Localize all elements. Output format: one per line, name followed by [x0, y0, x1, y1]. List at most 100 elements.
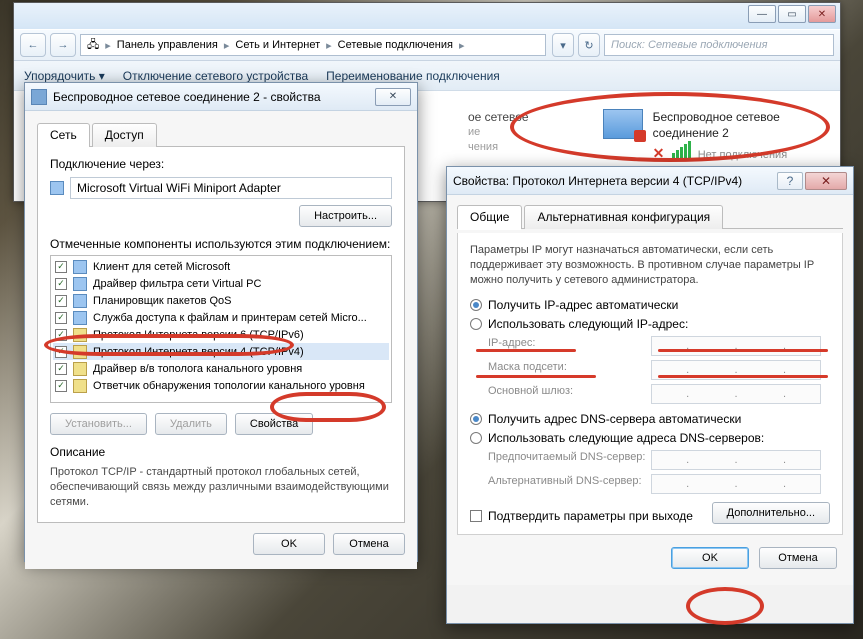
connection-item-partial[interactable]: ое сетевое ие чения	[464, 103, 539, 169]
connection-sub: чения	[468, 140, 529, 155]
radio-icon[interactable]	[470, 318, 482, 330]
adapter-icon	[50, 181, 64, 195]
checkbox-icon[interactable]	[470, 510, 482, 522]
tabstrip: Общие Альтернативная конфигурация	[457, 205, 843, 229]
component-icon	[73, 362, 87, 376]
connection-title: Беспроводное сетевое	[653, 109, 788, 125]
forward-button[interactable]: →	[50, 33, 76, 57]
breadcrumb-sep-icon: ▸	[224, 39, 230, 52]
connection-status: ✕ Нет подключения	[653, 141, 788, 163]
minimize-button[interactable]: —	[748, 5, 776, 23]
close-button[interactable]: ✕	[808, 5, 836, 23]
tab-network[interactable]: Сеть	[37, 123, 90, 147]
ip-address-field: ...	[651, 336, 821, 356]
checkbox[interactable]	[55, 346, 67, 358]
components-list[interactable]: Клиент для сетей Microsoft Драйвер фильт…	[50, 255, 392, 403]
tab-general[interactable]: Общие	[457, 205, 522, 229]
configure-button[interactable]: Настроить...	[299, 205, 392, 227]
cancel-button[interactable]: Отмена	[333, 533, 405, 555]
ipv4-properties-dialog: Свойства: Протокол Интернета версии 4 (T…	[446, 166, 854, 624]
component-label: Планировщик пакетов QoS	[93, 295, 232, 307]
component-label: Ответчик обнаружения топологии канальног…	[93, 380, 365, 392]
install-button[interactable]: Установить...	[50, 413, 147, 435]
component-row[interactable]: Планировщик пакетов QoS	[53, 292, 389, 309]
connection-status-text: Нет подключения	[698, 149, 787, 161]
adapter-icon	[31, 89, 47, 105]
checkbox[interactable]	[55, 363, 67, 375]
navigation-bar: ← → 🖧 ▸ Панель управления ▸ Сеть и Интер…	[14, 29, 840, 61]
breadcrumb-seg[interactable]: Сетевые подключения	[338, 39, 453, 51]
radio-icon[interactable]	[470, 299, 482, 311]
components-label: Отмеченные компоненты используются этим …	[50, 237, 392, 251]
cancel-button[interactable]: Отмена	[759, 547, 837, 569]
ok-button[interactable]: OK	[253, 533, 325, 555]
close-button[interactable]: ✕	[375, 88, 411, 106]
component-row-ipv4[interactable]: Протокол Интернета версии 4 (TCP/IPv4)	[53, 343, 389, 360]
back-button[interactable]: ←	[20, 33, 46, 57]
maximize-button[interactable]: ▭	[778, 5, 806, 23]
checkbox[interactable]	[55, 329, 67, 341]
component-icon	[73, 379, 87, 393]
properties-button[interactable]: Свойства	[235, 413, 313, 435]
radio-label: Использовать следующие адреса DNS-сервер…	[488, 431, 764, 445]
validate-on-exit-checkbox[interactable]: Подтвердить параметры при выходе	[470, 509, 712, 523]
refresh-button[interactable]: ↻	[578, 33, 600, 57]
ipv4-note: Параметры IP могут назначаться автоматич…	[470, 243, 830, 288]
component-row[interactable]: Служба доступа к файлам и принтерам сете…	[53, 309, 389, 326]
component-row[interactable]: Драйвер фильтра сети Virtual PC	[53, 275, 389, 292]
tab-access[interactable]: Доступ	[92, 123, 157, 147]
dns2-label: Альтернативный DNS-сервер:	[488, 475, 648, 487]
checkbox[interactable]	[55, 380, 67, 392]
tabstrip: Сеть Доступ	[37, 123, 405, 147]
breadcrumb-seg[interactable]: Сеть и Интернет	[235, 39, 320, 51]
radio-auto-ip[interactable]: Получить IP-адрес автоматически	[470, 298, 830, 312]
disable-device-command[interactable]: Отключение сетевого устройства	[123, 69, 308, 83]
adapter-name-field: Microsoft Virtual WiFi Miniport Adapter	[70, 177, 392, 199]
radio-label: Использовать следующий IP-адрес:	[488, 317, 688, 331]
breadcrumb-sep-icon: ▸	[459, 39, 465, 52]
wifi-signal-icon	[672, 141, 691, 158]
preferred-dns-field: ...	[651, 450, 821, 470]
connect-via-label: Подключение через:	[50, 157, 392, 171]
radio-icon[interactable]	[470, 432, 482, 444]
ok-button[interactable]: OK	[671, 547, 749, 569]
close-button[interactable]: ✕	[805, 172, 847, 190]
radio-manual-ip[interactable]: Использовать следующий IP-адрес:	[470, 317, 830, 331]
checkbox[interactable]	[55, 312, 67, 324]
breadcrumb-root-icon: 🖧	[87, 36, 99, 55]
search-input[interactable]: Поиск: Сетевые подключения	[604, 34, 834, 56]
breadcrumb-seg[interactable]: Панель управления	[117, 39, 218, 51]
checkbox[interactable]	[55, 261, 67, 273]
component-row[interactable]: Клиент для сетей Microsoft	[53, 258, 389, 275]
tab-alt[interactable]: Альтернативная конфигурация	[524, 205, 723, 229]
component-row[interactable]: Ответчик обнаружения топологии канальног…	[53, 377, 389, 394]
component-icon	[73, 345, 87, 359]
dropdown-history-button[interactable]: ▾	[552, 33, 574, 57]
component-row[interactable]: Драйвер в/в тополога канального уровня	[53, 360, 389, 377]
error-x-icon: ✕	[653, 144, 667, 158]
breadcrumb[interactable]: 🖧 ▸ Панель управления ▸ Сеть и Интернет …	[80, 34, 546, 56]
advanced-button[interactable]: Дополнительно...	[712, 502, 830, 524]
help-button[interactable]: ?	[777, 172, 803, 190]
component-label: Служба доступа к файлам и принтерам сете…	[93, 312, 367, 324]
checkbox[interactable]	[55, 278, 67, 290]
connection-title: соединение 2	[653, 125, 788, 141]
dns1-label: Предпочитаемый DNS-сервер:	[488, 451, 648, 463]
breadcrumb-sep-icon: ▸	[326, 39, 332, 52]
component-label: Протокол Интернета версии 6 (TCP/IPv6)	[93, 329, 304, 341]
radio-label: Получить адрес DNS-сервера автоматически	[488, 412, 741, 426]
radio-auto-dns[interactable]: Получить адрес DNS-сервера автоматически	[470, 412, 830, 426]
component-row[interactable]: Протокол Интернета версии 6 (TCP/IPv6)	[53, 326, 389, 343]
ip-label: IP-адрес:	[488, 337, 648, 349]
connection-item-wireless2[interactable]: Беспроводное сетевое соединение 2 ✕ Нет …	[599, 103, 798, 169]
component-icon	[73, 294, 87, 308]
rename-connection-command[interactable]: Переименование подключения	[326, 69, 500, 83]
radio-icon[interactable]	[470, 413, 482, 425]
search-placeholder: Поиск: Сетевые подключения	[611, 39, 768, 51]
component-label: Драйвер в/в тополога канального уровня	[93, 363, 302, 375]
network-adapter-icon	[603, 109, 643, 139]
organize-menu[interactable]: Упорядочить ▾	[24, 69, 105, 83]
radio-manual-dns[interactable]: Использовать следующие адреса DNS-сервер…	[470, 431, 830, 445]
checkbox[interactable]	[55, 295, 67, 307]
uninstall-button[interactable]: Удалить	[155, 413, 227, 435]
